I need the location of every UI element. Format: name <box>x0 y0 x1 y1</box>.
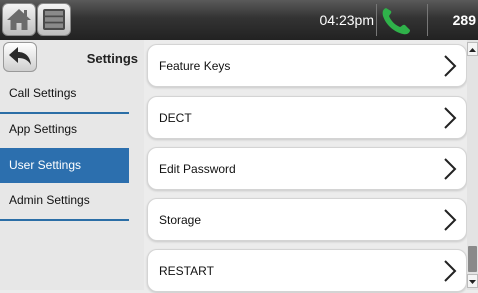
back-button[interactable] <box>3 42 37 72</box>
chevron-right-icon <box>444 158 457 180</box>
caret-down-icon <box>469 280 476 284</box>
home-button[interactable] <box>2 3 36 36</box>
chevron-right-icon <box>444 209 457 231</box>
divider <box>376 4 377 36</box>
list-item-storage[interactable]: Storage <box>147 198 467 241</box>
scrollbar-thumb[interactable] <box>468 246 477 272</box>
chevron-right-icon <box>444 55 457 77</box>
menu-button[interactable] <box>37 3 71 36</box>
sidebar-item-call-settings[interactable]: Call Settings <box>0 78 129 114</box>
sidebar-item-user-settings[interactable]: User Settings <box>0 148 129 183</box>
settings-sidebar: Settings Call Settings App Settings User… <box>0 40 144 290</box>
phone-icon <box>382 8 410 35</box>
sidebar-item-label: Admin Settings <box>9 193 90 207</box>
list-item-restart[interactable]: RESTART <box>147 249 467 292</box>
list-item-label: Feature Keys <box>159 59 231 73</box>
list-item-dect[interactable]: DECT <box>147 96 467 139</box>
sidebar-item-label: App Settings <box>9 122 78 136</box>
scrollbar[interactable] <box>467 40 478 290</box>
list-item-feature-keys[interactable]: Feature Keys <box>147 44 467 87</box>
sidebar-item-admin-settings[interactable]: Admin Settings <box>0 185 129 221</box>
list-item-label: Storage <box>159 213 202 227</box>
sidebar-item-app-settings[interactable]: App Settings <box>0 114 129 150</box>
menu-list-icon <box>43 9 65 30</box>
scroll-up-button[interactable] <box>467 42 478 56</box>
extension-number: 289 <box>452 12 476 28</box>
chevron-right-icon <box>444 260 457 282</box>
list-item-label: Edit Password <box>159 162 236 176</box>
status-bar: 04:23pm 289 <box>0 0 478 40</box>
sidebar-item-label: Call Settings <box>9 86 77 100</box>
settings-list: Feature Keys DECT Edit Password Storage … <box>145 40 467 292</box>
list-item-label: RESTART <box>159 264 214 278</box>
home-icon <box>7 9 31 30</box>
divider <box>427 4 428 36</box>
list-item-label: DECT <box>159 111 192 125</box>
list-item-edit-password[interactable]: Edit Password <box>147 147 467 190</box>
caret-up-icon <box>469 48 476 52</box>
call-button[interactable] <box>378 5 422 35</box>
sidebar-title: Settings <box>86 51 138 66</box>
scroll-down-button[interactable] <box>467 274 478 288</box>
chevron-right-icon <box>444 107 457 129</box>
back-arrow-icon <box>9 47 31 65</box>
clock: 04:23pm <box>319 12 374 28</box>
sidebar-item-label: User Settings <box>9 158 82 172</box>
